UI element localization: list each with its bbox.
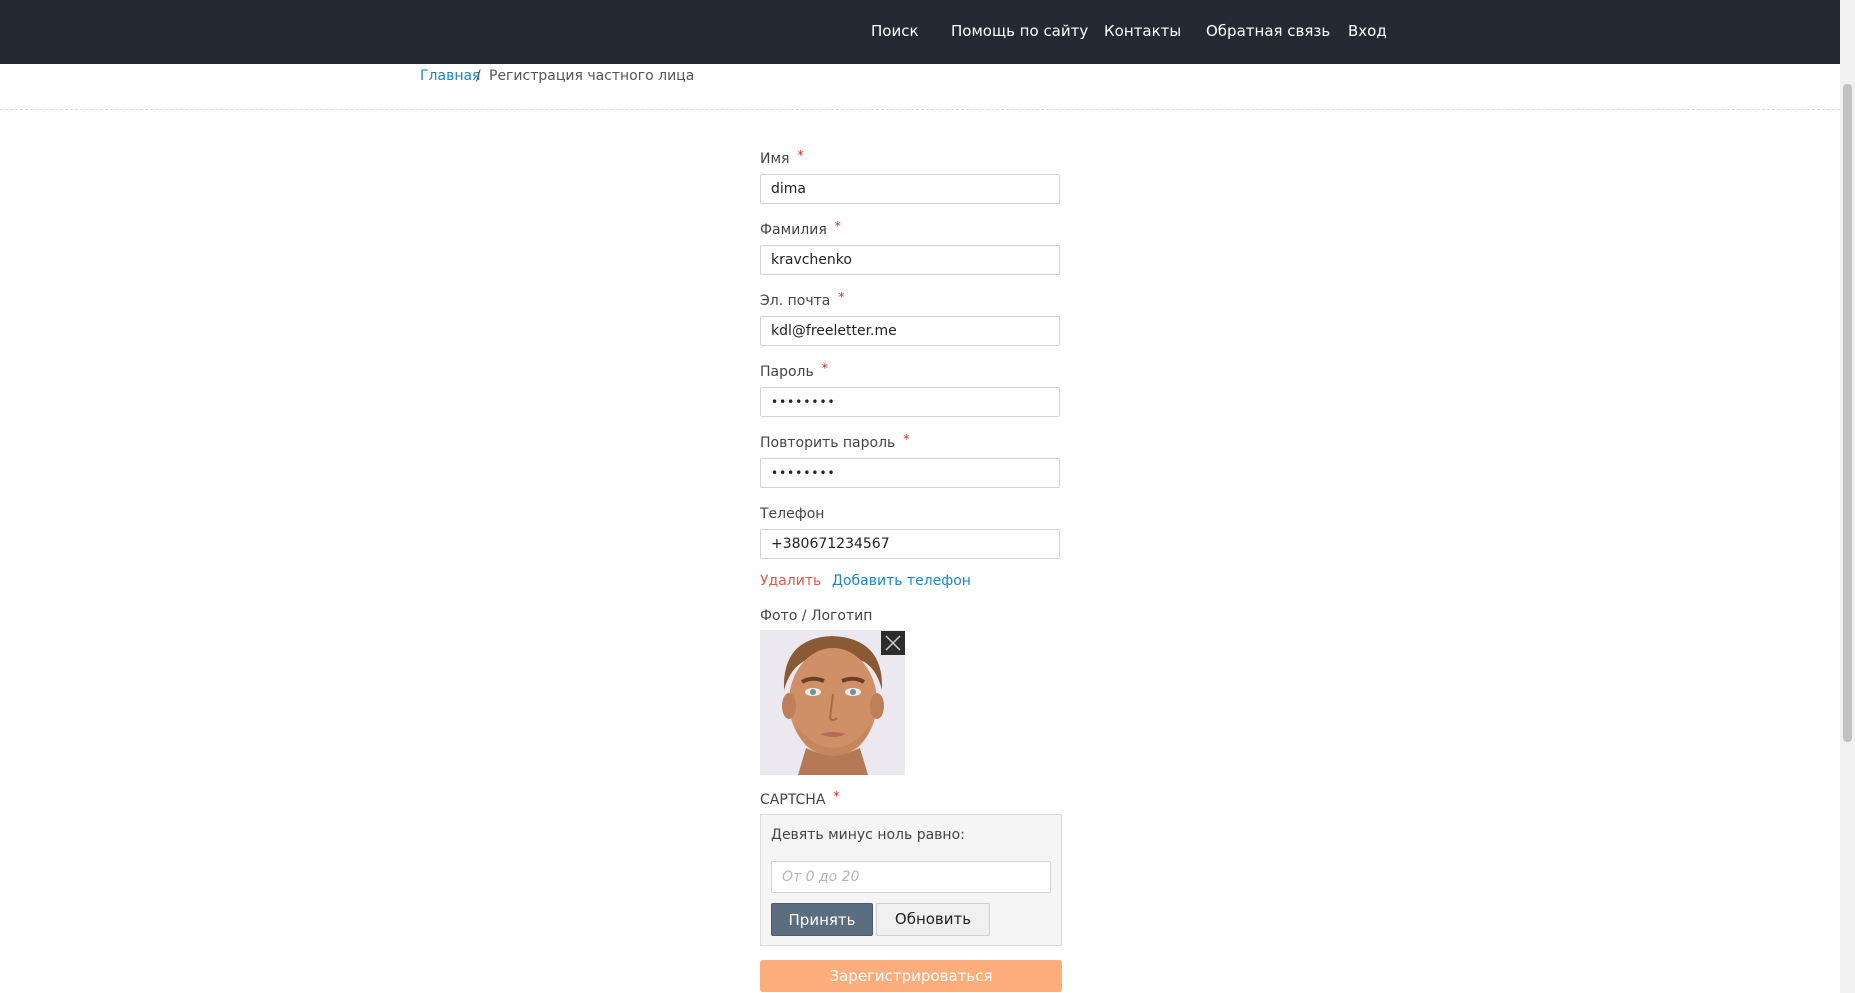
captcha-label: CAPTCHA * <box>760 789 840 808</box>
required-marker: * <box>821 361 828 375</box>
photo-label: Фото / Логотип <box>760 608 873 624</box>
nav-search[interactable]: Поиск <box>871 22 919 40</box>
required-marker: * <box>903 432 910 446</box>
last-name-field[interactable]: kravchenko <box>760 245 1060 275</box>
breadcrumb-current: Регистрация частного лица <box>489 68 695 84</box>
close-icon <box>885 635 901 651</box>
scrollbar-thumb[interactable] <box>1843 84 1852 742</box>
captcha-accept-button[interactable]: Принять <box>771 903 873 936</box>
captcha-input[interactable] <box>771 861 1051 893</box>
breadcrumb-separator: / <box>476 68 481 84</box>
captcha-refresh-button[interactable]: Обновить <box>876 903 990 936</box>
last-name-label: Фамилия * <box>760 219 841 238</box>
password-field[interactable]: •••••••• <box>760 387 1060 417</box>
nav-help[interactable]: Помощь по сайту <box>951 22 1088 40</box>
required-marker: * <box>833 789 840 803</box>
add-phone-link[interactable]: Добавить телефон <box>832 573 971 589</box>
main-nav: Поиск Помощь по сайту Контакты Обратная … <box>0 0 1840 64</box>
breadcrumb <box>0 64 1840 110</box>
nav-contacts[interactable]: Контакты <box>1104 22 1181 40</box>
email-label: Эл. почта * <box>760 290 845 309</box>
required-marker: * <box>834 219 841 233</box>
register-button[interactable]: Зарегистрироваться <box>760 960 1062 992</box>
phone-label: Телефон <box>760 506 825 522</box>
email-field[interactable]: kdl@freeletter.me <box>760 316 1060 346</box>
nav-login[interactable]: Вход <box>1348 22 1387 40</box>
password-repeat-label: Повторить пароль * <box>760 432 910 451</box>
phone-field[interactable]: +380671234567 <box>760 529 1060 559</box>
first-name-label: Имя * <box>760 148 804 167</box>
required-marker: * <box>797 148 804 162</box>
nav-feedback[interactable]: Обратная связь <box>1206 22 1330 40</box>
password-label: Пароль * <box>760 361 828 380</box>
password-repeat-field[interactable]: •••••••• <box>760 458 1060 488</box>
remove-photo-button[interactable] <box>881 631 905 655</box>
breadcrumb-home-link[interactable]: Главная <box>420 68 480 84</box>
required-marker: * <box>838 290 845 304</box>
first-name-field[interactable]: dima <box>760 174 1060 204</box>
delete-phone-link[interactable]: Удалить <box>760 573 821 589</box>
captcha-question: Девять минус ноль равно: <box>771 827 965 843</box>
